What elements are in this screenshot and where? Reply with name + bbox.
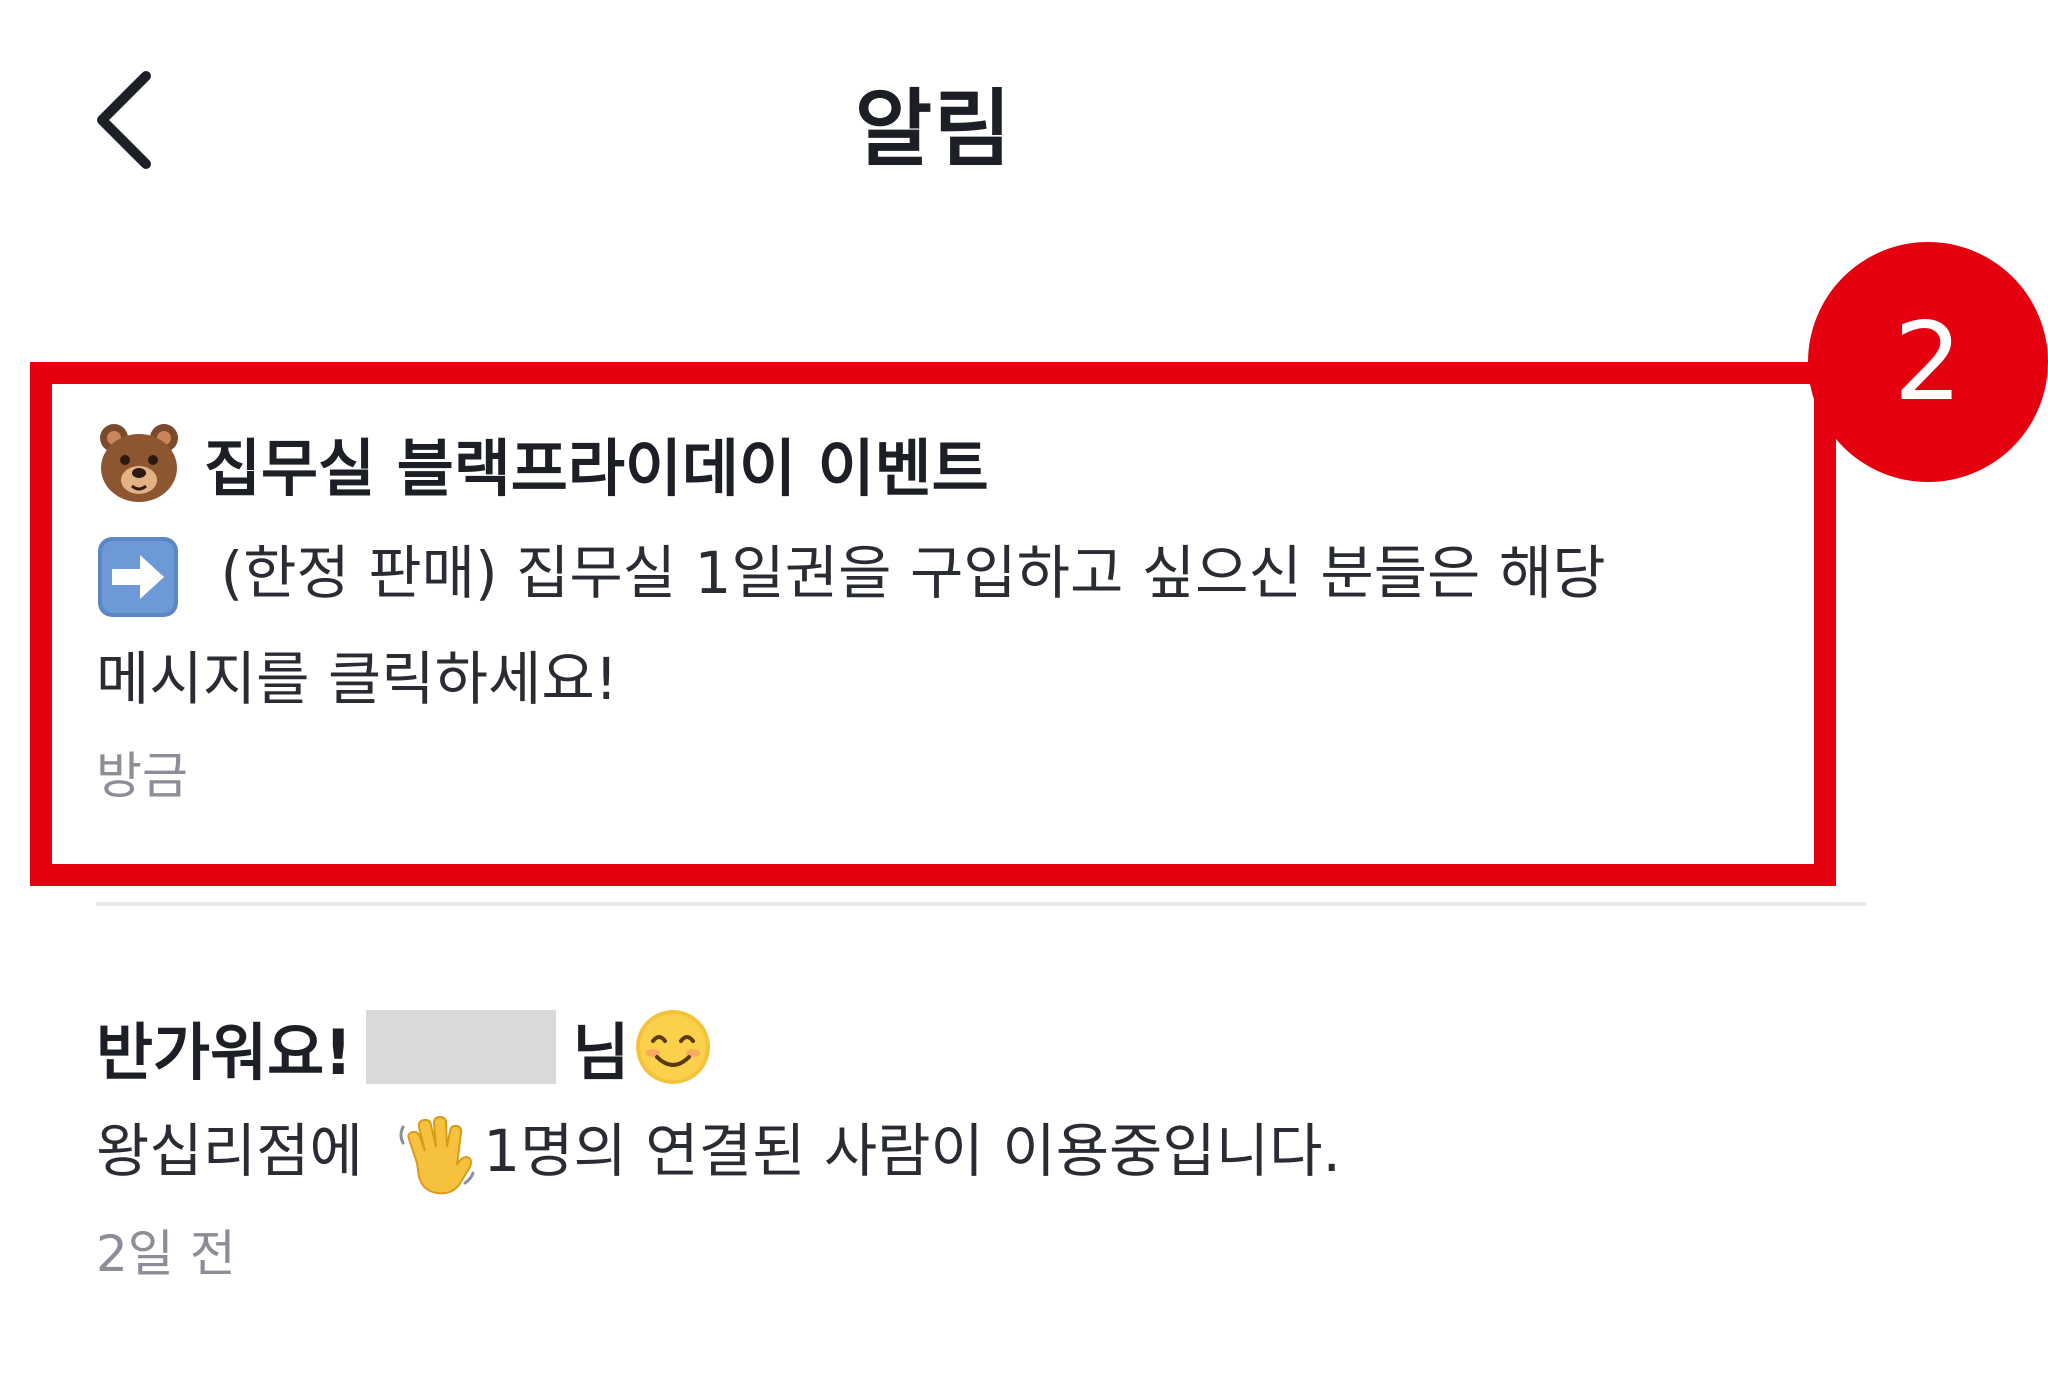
notification-title-prefix: 반가워요! — [96, 1016, 353, 1089]
smiling-face-emoji-icon — [633, 1007, 713, 1087]
waving-hand-emoji-icon — [395, 1113, 479, 1197]
divider — [96, 902, 1866, 906]
notifications-screen: 알림 집무실 블랙프라이데이 이벤트 (한정 판매) 집무실 1일권을 구입하고… — [0, 0, 2048, 1383]
annotation-step-badge: 2 — [1808, 242, 2048, 482]
header: 알림 — [0, 0, 2048, 240]
redacted-username — [366, 1010, 557, 1084]
notification-title-suffix: 님 — [572, 1016, 630, 1089]
notification-body: 왕십리점에 1명의 연결된 사람이 이용중입니다. — [96, 1098, 1856, 1204]
annotation-highlight-box — [30, 362, 1836, 886]
notification-title-row: 반가워요! 님 — [96, 1002, 1856, 1092]
notification-body-suffix: 1명의 연결된 사람이 이용중입니다. — [483, 1117, 1341, 1185]
notification-item-welcome[interactable]: 반가워요! 님 왕십리점에 1명의 연결된 사람이 이용중입니다. 2일 전 — [96, 1002, 1856, 1286]
notification-time: 2일 전 — [96, 1225, 236, 1283]
page-title: 알림 — [854, 80, 1014, 178]
notification-body-prefix: 왕십리점에 — [96, 1117, 363, 1185]
